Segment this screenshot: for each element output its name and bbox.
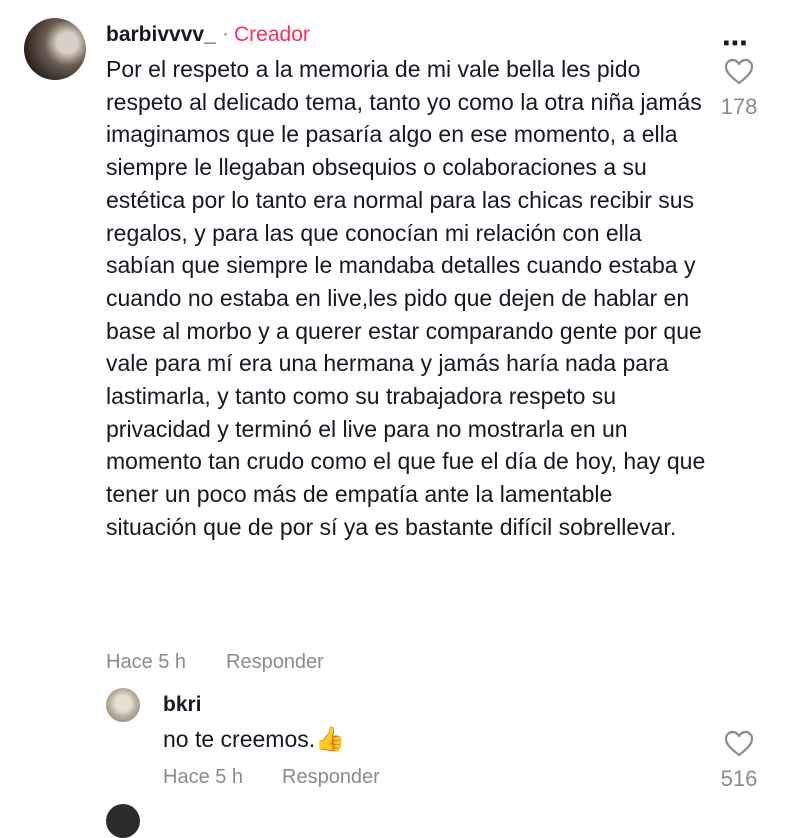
creator-badge: Creador xyxy=(234,23,310,46)
thumbs-up-emoji: 👍 xyxy=(315,726,346,753)
next-comment-avatar[interactable] xyxy=(106,804,140,838)
comment-text: Por el respeto a la memoria de mi vale b… xyxy=(106,56,706,540)
more-options-icon[interactable]: ⋯ xyxy=(722,28,748,59)
like-heart-icon[interactable] xyxy=(724,58,754,86)
reply-text: no te creemos. xyxy=(163,726,316,752)
comment-timestamp: Hace 5 h xyxy=(106,651,187,673)
reply-button[interactable]: Responder xyxy=(226,651,324,674)
avatar[interactable] xyxy=(24,18,86,80)
reply-timestamp: Hace 5 h xyxy=(163,766,244,788)
separator-dot: · xyxy=(222,22,229,45)
reply-avatar[interactable] xyxy=(106,688,140,722)
reply-text-row: no te creemos.👍 xyxy=(163,725,345,754)
reply-username[interactable]: bkri xyxy=(163,693,202,717)
reply-like-count: 516 xyxy=(720,766,758,791)
reply-reply-button[interactable]: Responder xyxy=(282,766,380,789)
reply-like-heart-icon[interactable] xyxy=(724,730,754,758)
like-count: 178 xyxy=(720,94,758,119)
comment-username[interactable]: barbivvvv_ xyxy=(106,23,216,47)
